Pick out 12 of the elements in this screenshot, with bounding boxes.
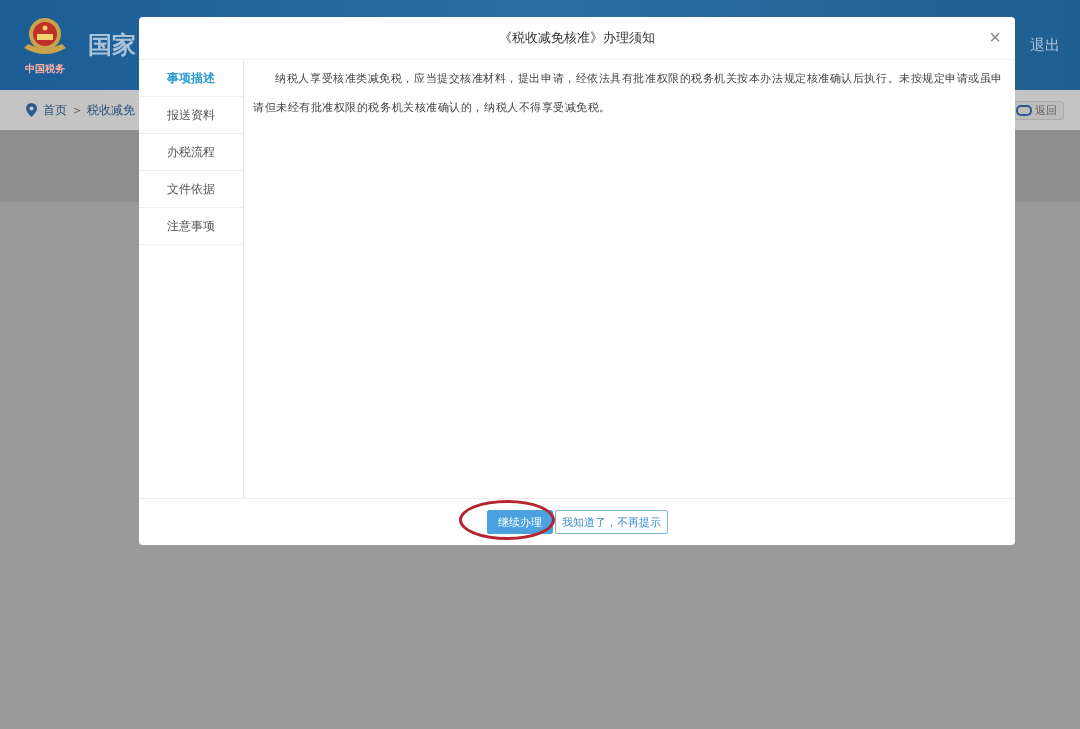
location-pin-icon [26,103,37,117]
dialog-title: 《税收减免核准》办理须知 [499,29,655,47]
site-title: 国家 [88,30,136,61]
description-paragraph: 纳税人享受核准类减免税，应当提交核准材料，提出申请，经依法具有批准权限的税务机关按本办法规定核准确认后执行。未按规定申请或虽申请但未经有批准权限的税务机关核准确认的，纳税人不得享受减免税。 [253,71,1005,116]
breadcrumb-separator: > [73,104,82,116]
dialog-button[interactable]: 继续办理 [486,510,553,534]
logout-link[interactable]: 退出 [1030,35,1060,55]
dialog-button[interactable]: 我知道了，不再提示 [554,510,668,534]
close-button[interactable]: × [987,26,1003,48]
logo-caption: 中国税务 [25,62,65,76]
breadcrumb-link[interactable]: 首页 [43,101,67,119]
breadcrumb-link[interactable]: 税收减免 [87,101,136,119]
